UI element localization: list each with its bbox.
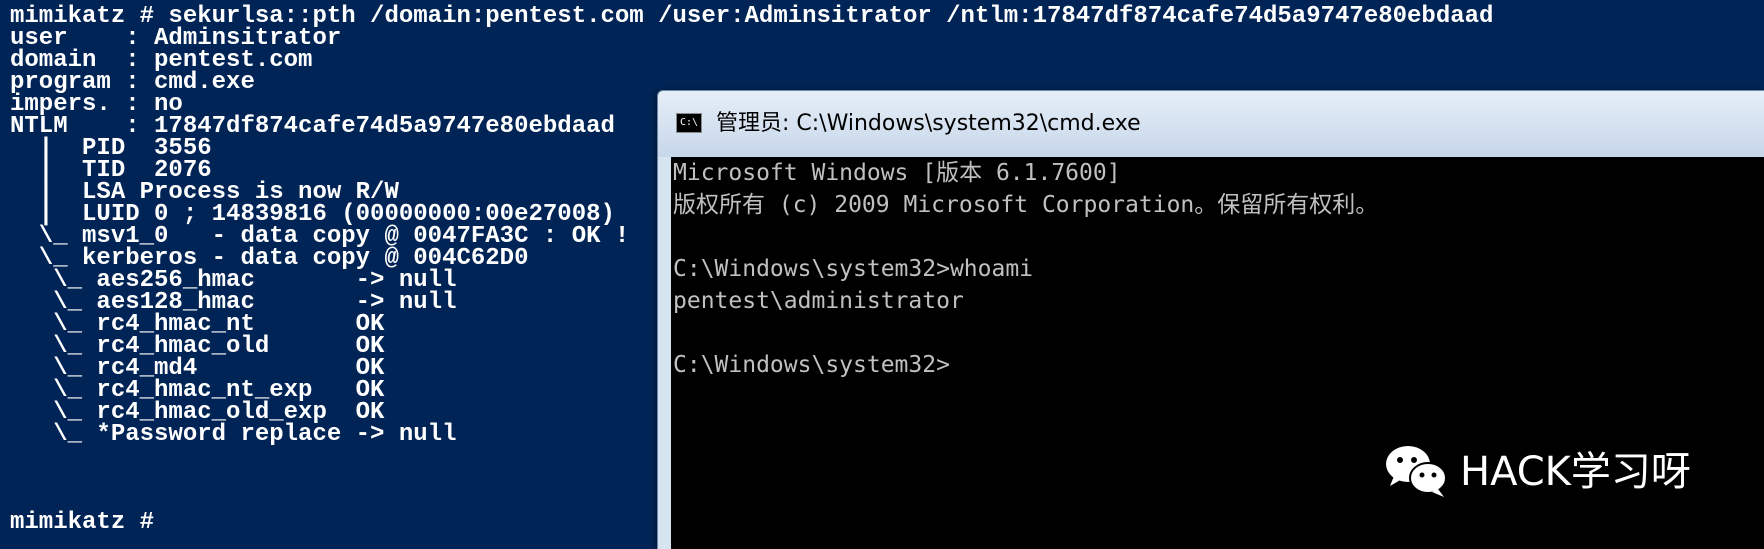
watermark-text: HACK学习呀 bbox=[1460, 449, 1691, 495]
cmd-icon[interactable]: C:\ bbox=[676, 113, 702, 133]
console-line: 版权所有 (c) 2009 Microsoft Corporation。保留所有… bbox=[673, 192, 1379, 218]
console-prompt[interactable]: C:\Windows\system32> bbox=[673, 349, 950, 381]
console-line: pentest\administrator bbox=[673, 288, 964, 314]
console-line: Microsoft Windows [版本 6.1.7600] bbox=[673, 160, 1121, 186]
watermark: HACK学习呀 bbox=[1382, 440, 1722, 504]
window-title: 管理员: C:\Windows\system32\cmd.exe bbox=[716, 111, 1141, 136]
mimikatz-line: \_ *Password replace -> null bbox=[10, 421, 457, 448]
console-line: C:\Windows\system32>whoami bbox=[673, 256, 1034, 282]
cmd-titlebar[interactable]: C:\ 管理员: C:\Windows\system32\cmd.exe bbox=[658, 91, 1764, 157]
mimikatz-prompt[interactable]: mimikatz # bbox=[10, 511, 154, 535]
wechat-icon bbox=[1386, 446, 1447, 497]
